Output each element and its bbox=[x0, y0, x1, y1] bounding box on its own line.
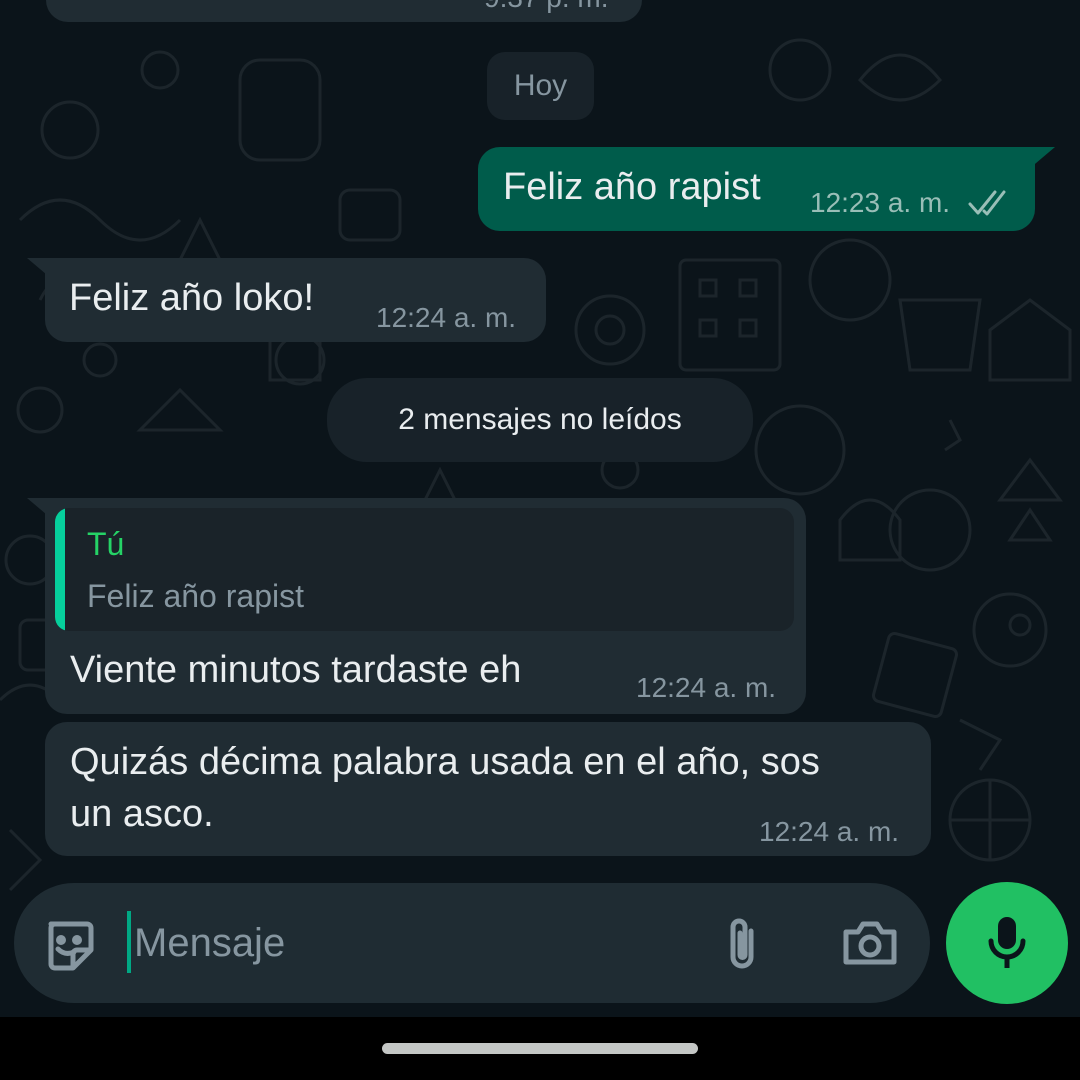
message-time: 12:24 a. m. bbox=[636, 672, 777, 703]
chat-area[interactable]: 9:37 p. m. Hoy Feliz año rapist 12:23 a.… bbox=[0, 0, 1080, 1017]
previous-message-bubble[interactable]: 9:37 p. m. bbox=[46, 0, 642, 22]
message-text: Feliz año loko! bbox=[69, 277, 315, 319]
paperclip-icon[interactable] bbox=[717, 914, 769, 974]
message-time: 12:24 a. m. bbox=[759, 816, 900, 847]
message-text-line-1: Quizás décima palabra usada en el año, s… bbox=[70, 741, 820, 783]
microphone-icon bbox=[988, 917, 1026, 968]
incoming-message-bubble[interactable]: Quizás décima palabra usada en el año, s… bbox=[45, 722, 931, 856]
unread-messages-divider: 2 mensajes no leídos bbox=[327, 378, 753, 462]
reply-message-bubble[interactable]: Tú Feliz año rapist Viente minutos tarda… bbox=[27, 498, 806, 714]
message-text-line-2: un asco. bbox=[70, 793, 214, 835]
quote-author: Tú bbox=[87, 526, 125, 562]
message-text: Viente minutos tardaste eh bbox=[70, 649, 522, 691]
quote-accent-bar bbox=[55, 508, 65, 631]
message-time: 12:23 a. m. bbox=[810, 187, 951, 218]
quote-text: Feliz año rapist bbox=[87, 578, 304, 614]
bubble-tail bbox=[27, 498, 53, 520]
date-divider: Hoy bbox=[487, 52, 594, 120]
unread-messages-label: 2 mensajes no leídos bbox=[398, 403, 682, 436]
message-input[interactable] bbox=[130, 905, 694, 981]
sticker-icon[interactable] bbox=[40, 915, 98, 973]
bubble-tail bbox=[27, 258, 53, 280]
system-navigation-bar bbox=[0, 1017, 1080, 1080]
outgoing-message-bubble[interactable]: Feliz año rapist 12:23 a. m. bbox=[478, 147, 1055, 231]
message-text: Feliz año rapist bbox=[503, 166, 761, 208]
bubble-tail bbox=[1029, 147, 1055, 169]
message-time: 12:24 a. m. bbox=[376, 302, 517, 333]
quoted-message[interactable]: Tú Feliz año rapist bbox=[55, 508, 794, 631]
voice-message-button[interactable] bbox=[946, 882, 1068, 1004]
camera-icon[interactable] bbox=[840, 915, 900, 971]
double-check-icon bbox=[968, 190, 1006, 216]
date-divider-label: Hoy bbox=[513, 69, 568, 102]
incoming-message-bubble[interactable]: Feliz año loko! 12:24 a. m. bbox=[27, 258, 546, 342]
previous-message-time: 9:37 p. m. bbox=[484, 0, 609, 14]
home-indicator[interactable] bbox=[382, 1043, 698, 1054]
message-composer bbox=[14, 883, 930, 1003]
